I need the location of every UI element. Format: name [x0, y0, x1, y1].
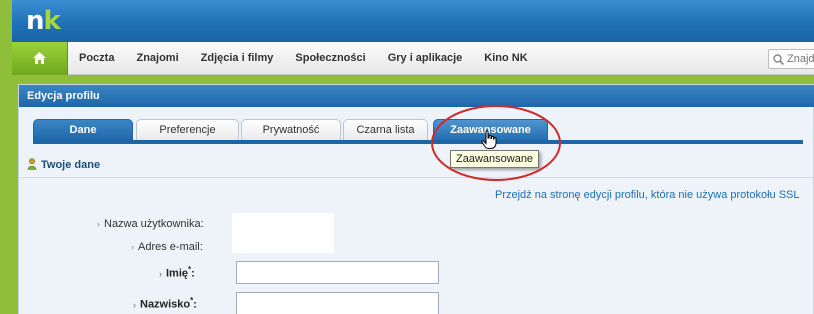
top-header: nk	[12, 0, 814, 42]
username-value	[232, 213, 334, 233]
nav-item-znajomi[interactable]: Znajomi	[125, 42, 189, 75]
tab-preferencje[interactable]: Preferencje	[136, 119, 239, 141]
search-icon	[773, 54, 784, 65]
section-title-twoje-dane: Twoje dane	[41, 159, 101, 171]
email-label-text: Adres e-mail:	[138, 241, 203, 253]
person-icon	[27, 158, 37, 170]
main-nav: Poczta Znajomi Zdjęcia i filmy Społeczno…	[12, 42, 814, 75]
logo-letter-n: n	[26, 6, 44, 36]
tab-tooltip: Zaawansowane	[450, 150, 540, 168]
first-name-input[interactable]	[236, 261, 439, 284]
search-box[interactable]	[768, 49, 814, 69]
chevron-right-icon: ›	[131, 242, 134, 252]
page: nk Poczta Znajomi Zdjęcia i filmy Społec…	[0, 0, 814, 314]
nav-item-poczta[interactable]: Poczta	[68, 42, 125, 75]
last-name-input[interactable]	[236, 292, 439, 314]
first-name-label: › Imię*:	[159, 265, 195, 280]
logo-letter-k: k	[43, 6, 61, 36]
nav-items: Poczta Znajomi Zdjęcia i filmy Społeczno…	[68, 42, 539, 75]
nav-item-spolecznosci[interactable]: Społeczności	[284, 42, 376, 75]
tab-czarna-lista[interactable]: Czarna lista	[343, 119, 428, 141]
tab-underline	[33, 140, 803, 144]
nav-item-zdjecia-i-filmy[interactable]: Zdjęcia i filmy	[190, 42, 285, 75]
first-name-label-text: Imię	[166, 267, 189, 280]
chevron-right-icon: ›	[159, 268, 162, 279]
chevron-right-icon: ›	[133, 299, 136, 310]
hand-cursor-icon	[481, 130, 497, 149]
username-label: › Nazwa użytkownika:	[97, 218, 204, 230]
label-colon: :	[193, 298, 197, 311]
section-divider	[19, 177, 814, 178]
username-label-text: Nazwa użytkownika:	[104, 218, 204, 230]
home-icon	[33, 52, 46, 64]
chevron-right-icon: ›	[97, 219, 100, 229]
non-ssl-edit-link[interactable]: Przejdź na stronę edycji profilu, która …	[495, 189, 800, 201]
panel-title: Edycja profilu	[19, 85, 814, 107]
last-name-label-text: Nazwisko	[140, 298, 191, 311]
email-value	[232, 233, 334, 253]
search-input[interactable]	[787, 51, 814, 67]
nav-item-kino-nk[interactable]: Kino NK	[473, 42, 538, 75]
email-label: › Adres e-mail:	[131, 241, 203, 253]
tab-prywatnosc[interactable]: Prywatność	[241, 119, 341, 141]
nk-logo[interactable]: nk	[26, 6, 61, 36]
tab-dane[interactable]: Dane	[33, 119, 133, 141]
nav-item-gry-i-aplikacje[interactable]: Gry i aplikacje	[377, 42, 474, 75]
last-name-label: › Nazwisko*:	[133, 296, 197, 311]
home-button[interactable]	[12, 42, 68, 75]
profile-edit-panel: Edycja profilu Dane Preferencje Prywatno…	[18, 84, 814, 314]
label-colon: :	[191, 267, 195, 280]
